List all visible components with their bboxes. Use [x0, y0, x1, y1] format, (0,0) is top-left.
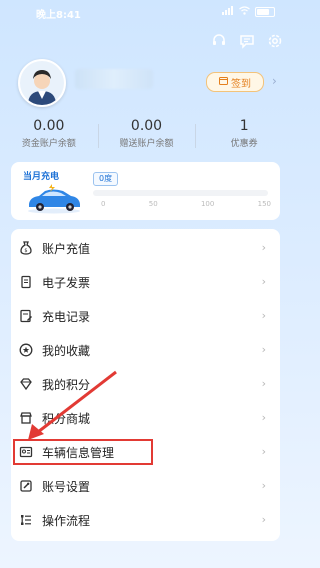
chevron-right-icon: ›	[261, 275, 266, 288]
menu-item-label: 账号设置	[42, 479, 91, 494]
menu-item-my-points[interactable]: 我的积分 ›	[11, 367, 280, 401]
charging-progress-track	[93, 190, 268, 196]
menu-item-account-settings[interactable]: 账号设置 ›	[11, 469, 280, 503]
menu-item-points-mall[interactable]: 积分商城 ›	[11, 401, 280, 435]
menu-item-e-invoice[interactable]: 电子发票 ›	[11, 265, 280, 299]
settings-gear-icon[interactable]	[267, 33, 283, 49]
menu-item-label: 积分商城	[42, 411, 91, 426]
stat-fund-balance[interactable]: 0.00 资金账户余额	[0, 118, 98, 158]
checkin-button[interactable]: 签到	[206, 72, 264, 92]
signal-icon	[222, 6, 234, 18]
account-stats: 0.00 资金账户余额 0.00 赠送账户余额 1 优惠券	[0, 118, 293, 158]
menu-item-favorites[interactable]: 我的收藏 ›	[11, 333, 280, 367]
menu-item-label: 电子发票	[42, 275, 91, 290]
stat-coupons[interactable]: 1 优惠券	[195, 118, 293, 158]
chevron-right-icon: ›	[261, 445, 266, 458]
calendar-icon	[219, 76, 228, 88]
message-icon[interactable]	[239, 33, 255, 49]
chevron-right-icon: ›	[261, 411, 266, 424]
menu-item-label: 我的收藏	[42, 343, 91, 358]
charging-car-icon	[25, 184, 83, 218]
chevron-right-icon: ›	[261, 343, 266, 356]
username-blurred	[75, 69, 153, 89]
menu-item-label: 充电记录	[42, 309, 91, 324]
star-icon	[18, 342, 34, 358]
battery-icon	[255, 7, 275, 17]
stat-label: 资金账户余额	[21, 139, 76, 149]
menu-item-label: 操作流程	[42, 513, 91, 528]
status-bar: 晚上8:41	[0, 0, 293, 24]
moneybag-icon: $	[18, 240, 34, 256]
profile-chevron-icon[interactable]: ›	[272, 74, 277, 88]
stat-label: 优惠券	[230, 139, 258, 149]
monthly-charging-card[interactable]: 当月充电 0度 0 50 100 150	[11, 162, 280, 220]
scale-tick: 100	[200, 200, 215, 208]
status-indicators	[222, 6, 275, 18]
svg-text:$: $	[24, 248, 27, 254]
header-actions	[211, 33, 283, 49]
chevron-right-icon: ›	[261, 377, 266, 390]
charging-scale: 0 50 100 150	[101, 200, 271, 208]
charging-amount-tag: 0度	[93, 172, 119, 186]
checkin-label: 签到	[231, 78, 251, 90]
customer-service-icon[interactable]	[211, 33, 227, 49]
settings-menu: $ 账户充值 › 电子发票 › 充电记录 › 我的收藏 › 我的积分 › 积分商…	[11, 229, 280, 541]
stat-value: 1	[239, 118, 249, 134]
charging-title: 当月充电	[23, 172, 60, 182]
avatar[interactable]	[18, 59, 66, 107]
scale-tick: 0	[101, 200, 106, 208]
menu-item-charging-records[interactable]: 充电记录 ›	[11, 299, 280, 333]
stat-value: 0.00	[130, 118, 163, 134]
menu-item-label: 我的积分	[42, 377, 91, 392]
scale-tick: 50	[148, 200, 158, 208]
flow-icon	[18, 512, 34, 528]
chevron-right-icon: ›	[261, 241, 266, 254]
record-icon	[18, 308, 34, 324]
menu-item-operation-guide[interactable]: 操作流程 ›	[11, 503, 280, 537]
stat-label: 赠送账户余额	[119, 139, 174, 149]
menu-item-label: 账户充值	[42, 241, 91, 256]
stat-gift-balance[interactable]: 0.00 赠送账户余额	[97, 118, 196, 158]
chevron-right-icon: ›	[261, 309, 266, 322]
status-time: 晚上8:41	[36, 10, 81, 21]
settings-icon	[18, 478, 34, 494]
menu-item-account-recharge[interactable]: $ 账户充值 ›	[11, 231, 280, 265]
highlight-box	[13, 439, 153, 465]
invoice-icon	[18, 274, 34, 290]
chevron-right-icon: ›	[261, 513, 266, 526]
scale-tick: 150	[257, 200, 271, 208]
wifi-icon	[239, 6, 250, 18]
chevron-right-icon: ›	[261, 479, 266, 492]
stat-value: 0.00	[33, 118, 65, 134]
shop-icon	[18, 410, 34, 426]
diamond-icon	[18, 376, 34, 392]
